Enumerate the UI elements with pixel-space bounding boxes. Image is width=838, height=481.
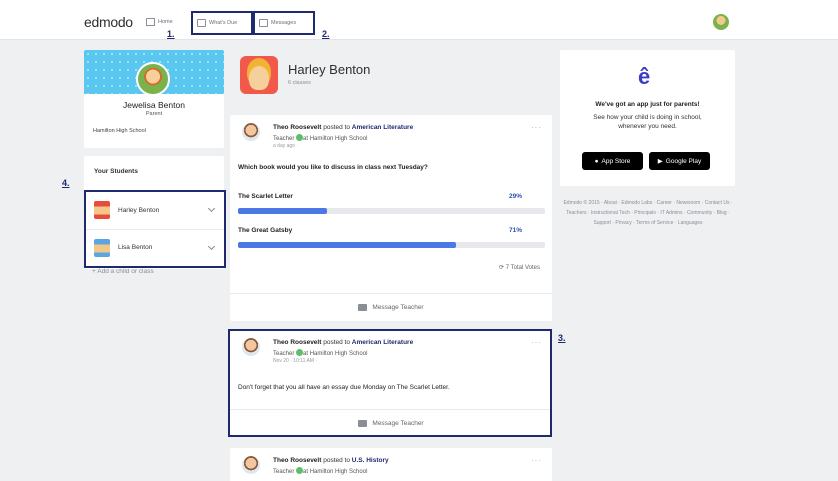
post-class[interactable]: American Literature xyxy=(352,124,413,131)
poll-total-votes: ⟳ 7 Total Votes xyxy=(499,265,540,271)
teacher-avatar[interactable] xyxy=(242,456,260,474)
verified-check-icon xyxy=(296,134,304,141)
poll-option-percent: 71% xyxy=(508,227,522,234)
poll-option-label[interactable]: The Great Gatsby xyxy=(238,227,292,234)
message-icon xyxy=(358,304,368,311)
app-store-button[interactable]: ● App Store xyxy=(582,152,643,170)
poll-bar-fill xyxy=(238,242,456,248)
add-child-link[interactable]: + Add a child or class xyxy=(92,268,154,275)
post-role: Teacher xyxy=(273,469,295,475)
google-play-label: Google Play xyxy=(665,157,702,165)
post-author-line: Theo Roosevelt posted to U.S. History xyxy=(273,457,389,464)
profile-role: Parent xyxy=(145,111,163,117)
student-avatar xyxy=(94,238,110,257)
profile-card: Jewelisa Benton Parent Hamilton High Sch… xyxy=(84,50,224,148)
student-header-subtitle: 6 classes xyxy=(288,80,311,86)
student-item-harley[interactable]: Harley Benton xyxy=(86,192,224,228)
profile-name[interactable]: Jewelisa Benton xyxy=(84,100,224,110)
highlight-box-whats-due xyxy=(191,11,253,35)
post-author-line: Theo Roosevelt posted to American Litera… xyxy=(273,124,413,131)
app-promo-desc: See how your child is doing in school, w… xyxy=(593,114,702,130)
annotation-1: 1. xyxy=(167,29,175,39)
post-school: at Hamilton High School xyxy=(303,469,368,475)
more-options-icon[interactable]: ··· xyxy=(531,456,542,465)
post-author[interactable]: Theo Roosevelt xyxy=(273,457,321,464)
students-title: Your Students xyxy=(94,168,138,175)
student-name: Harley Benton xyxy=(118,206,160,214)
teacher-avatar[interactable] xyxy=(242,123,260,141)
user-avatar[interactable] xyxy=(713,14,729,30)
annotation-4: 4. xyxy=(62,178,70,188)
edmodo-logo[interactable]: edmodo xyxy=(84,14,133,30)
post-time: a day ago · xyxy=(273,143,299,149)
highlight-box-messages xyxy=(253,11,315,35)
chevron-down-icon[interactable] xyxy=(207,204,216,213)
profile-avatar[interactable] xyxy=(136,62,170,96)
poll-question: Which book would you like to discuss in … xyxy=(238,164,428,171)
post-meta: Teacher at Hamilton High School xyxy=(273,134,367,142)
annotation-3: 3. xyxy=(558,333,566,343)
profile-school[interactable]: Hamilton High School xyxy=(93,128,146,134)
student-header-name: Harley Benton xyxy=(288,62,371,77)
annotation-2: 2. xyxy=(322,29,330,39)
highlight-box-students: Harley Benton Lisa Benton xyxy=(84,190,226,268)
app-promo-card: ê We've got an app just for parents! See… xyxy=(560,50,735,186)
message-teacher-label: Message Teacher xyxy=(372,304,424,311)
student-item-lisa[interactable]: Lisa Benton xyxy=(86,229,224,265)
top-bar: edmodo Home What's Due Messages xyxy=(0,0,838,40)
poll-bar-fill xyxy=(238,208,328,214)
post-meta: Teacher at Hamilton High School xyxy=(273,467,367,475)
footer-links[interactable]: Edmodo © 2015 · About · Edmodo Labs · Ca… xyxy=(562,198,734,228)
poll-bar-track xyxy=(238,208,545,214)
student-header-avatar xyxy=(240,56,278,94)
poll-bar-track xyxy=(238,242,545,248)
votes-label: 7 Total Votes xyxy=(505,265,540,271)
poll-option-percent: 29% xyxy=(508,193,522,200)
highlight-box-post xyxy=(228,329,552,437)
posted-to: posted to xyxy=(323,457,350,464)
post-author[interactable]: Theo Roosevelt xyxy=(273,124,321,131)
post-poll: Theo Roosevelt posted to American Litera… xyxy=(230,115,552,321)
edmodo-app-logo: ê xyxy=(638,64,651,89)
posted-to: posted to xyxy=(323,124,350,131)
verified-check-icon xyxy=(296,467,304,474)
nav-home-label: Home xyxy=(158,19,173,25)
more-options-icon[interactable]: ··· xyxy=(531,123,542,132)
post-role: Teacher xyxy=(273,136,295,142)
chevron-down-icon[interactable] xyxy=(207,242,216,250)
play-icon: ▶ xyxy=(657,158,663,165)
student-avatar xyxy=(94,201,110,219)
app-store-label: App Store xyxy=(601,157,631,165)
home-icon xyxy=(146,18,155,26)
post-class[interactable]: U.S. History xyxy=(352,457,389,464)
post-history: Theo Roosevelt posted to U.S. History Te… xyxy=(230,448,552,481)
apple-icon: ● xyxy=(594,157,599,165)
poll-option-label[interactable]: The Scarlet Letter xyxy=(238,193,293,200)
app-promo-title: We've got an app just for parents! xyxy=(595,101,700,108)
message-teacher-button[interactable]: Message Teacher xyxy=(230,293,552,321)
student-name: Lisa Benton xyxy=(118,244,153,251)
google-play-button[interactable]: ▶ Google Play xyxy=(649,152,710,170)
post-school: at Hamilton High School xyxy=(303,136,368,142)
